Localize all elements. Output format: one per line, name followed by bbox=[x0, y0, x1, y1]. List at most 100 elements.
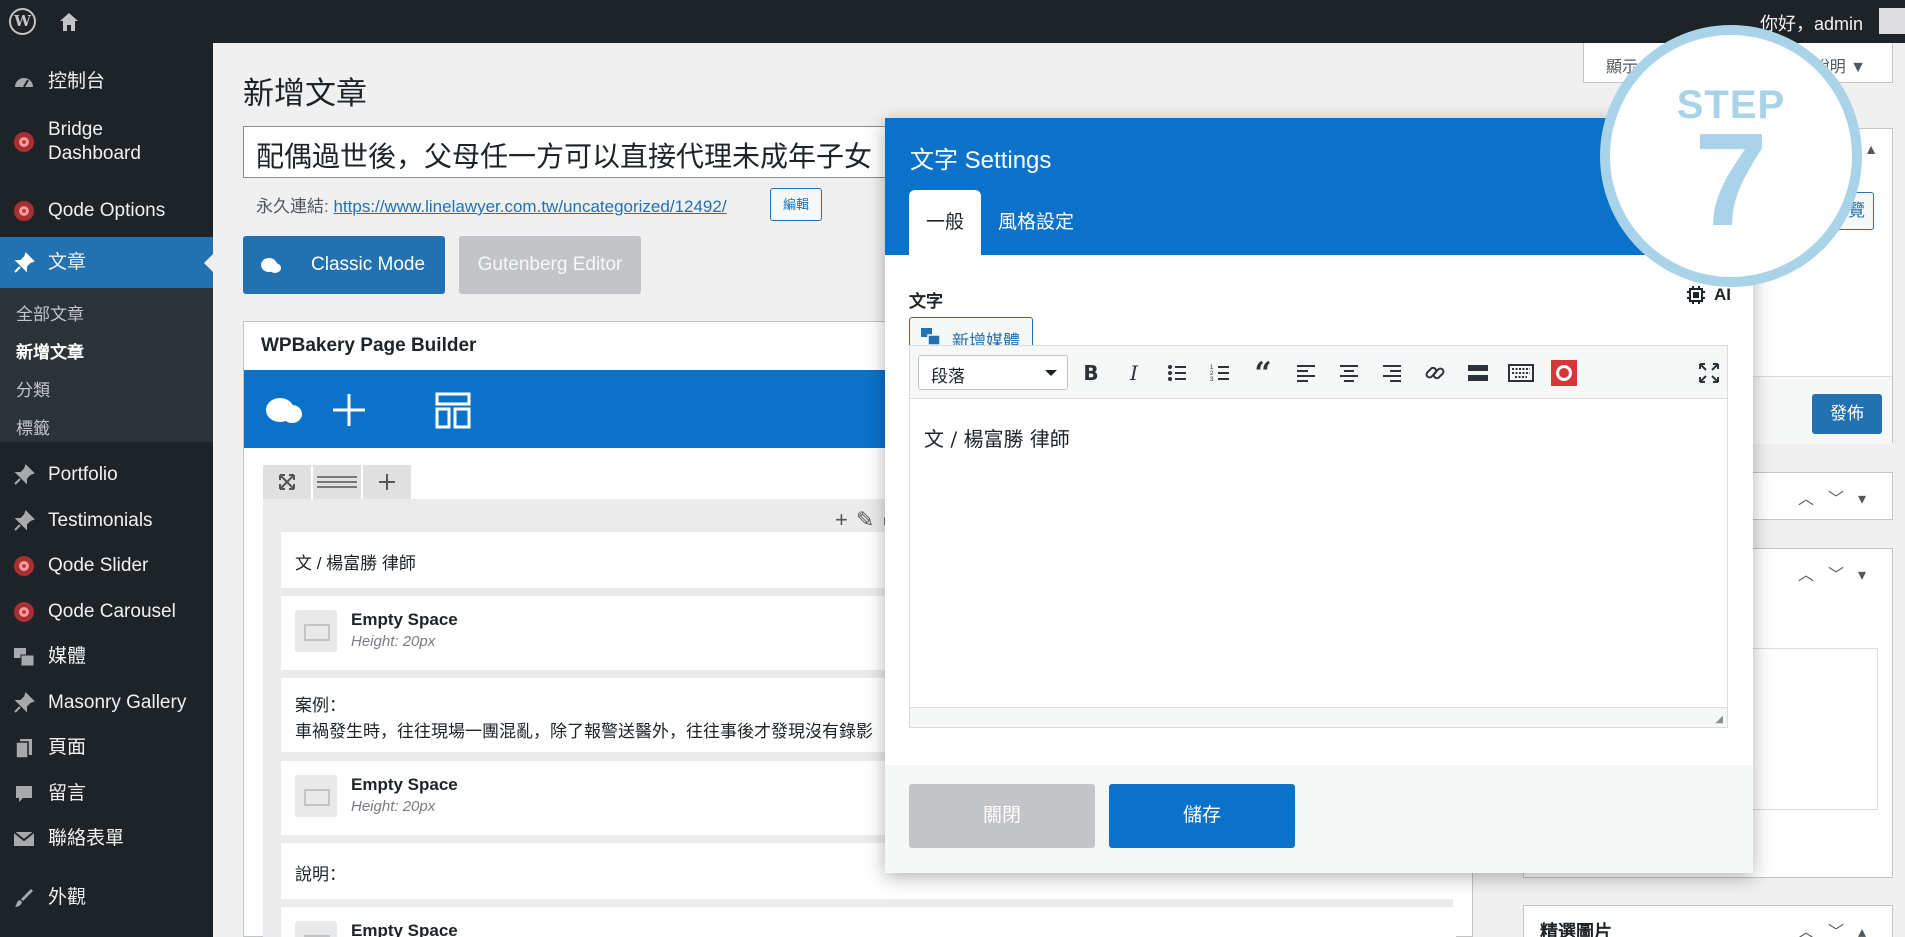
featured-image-box: 精選圖片 ︿﹀▴ bbox=[1523, 905, 1893, 937]
align-center-icon[interactable] bbox=[1335, 359, 1363, 387]
dashboard-icon bbox=[12, 70, 36, 94]
ai-label: AI bbox=[1714, 285, 1731, 304]
submenu-all-posts[interactable]: 全部文章 bbox=[16, 300, 84, 325]
meta-box-arrows-icon[interactable]: ︿﹀▾ bbox=[1798, 561, 1880, 585]
italic-icon[interactable]: I bbox=[1120, 359, 1148, 387]
save-button[interactable]: 儲存 bbox=[1109, 784, 1295, 848]
posts-submenu: 全部文章 新增文章 分類 標籤 bbox=[0, 288, 213, 442]
submenu-add-new[interactable]: 新增文章 bbox=[16, 338, 84, 363]
editor-toolbar: 段落 B I 123 “ bbox=[910, 346, 1727, 399]
empty-space-title: Empty Space bbox=[351, 775, 458, 794]
sidebar-item-qode-slider[interactable]: Qode Slider bbox=[0, 543, 213, 588]
sidebar-item-media[interactable]: 媒體 bbox=[0, 634, 213, 679]
submenu-tags[interactable]: 標籤 bbox=[16, 414, 50, 439]
wordpress-logo-icon[interactable]: W bbox=[9, 8, 36, 35]
row-layout-icon[interactable] bbox=[313, 465, 361, 499]
cloud-icon bbox=[261, 258, 281, 273]
permalink-label: 永久連結: bbox=[256, 197, 329, 216]
row-add-icon[interactable] bbox=[363, 465, 411, 499]
empty-space-title: Empty Space bbox=[351, 610, 458, 629]
featured-image-title: 精選圖片 bbox=[1540, 922, 1612, 937]
templates-icon[interactable] bbox=[431, 388, 475, 432]
format-select[interactable]: 段落 bbox=[918, 355, 1068, 390]
mail-icon bbox=[12, 827, 36, 851]
meta-box-arrows-icon[interactable]: ︿﹀▾ bbox=[1798, 485, 1880, 509]
qode-shortcode-icon[interactable] bbox=[1550, 359, 1578, 387]
row-move-icon[interactable] bbox=[263, 465, 311, 499]
admin-bar: W 你好，admin bbox=[0, 0, 1905, 43]
classic-mode-button[interactable]: Classic Mode bbox=[243, 236, 445, 294]
resize-handle-icon[interactable]: ◢ bbox=[1715, 714, 1723, 725]
sidebar-item-contact-form[interactable]: 聯絡表單 bbox=[0, 816, 213, 861]
column-edit-icon[interactable]: ✎ bbox=[856, 507, 882, 532]
home-icon[interactable] bbox=[58, 11, 80, 33]
sidebar-item-appearance[interactable]: 外觀 bbox=[0, 875, 213, 920]
wpbakery-logo-icon[interactable] bbox=[262, 388, 306, 432]
sidebar-item-posts[interactable]: 文章 bbox=[0, 237, 214, 288]
avatar[interactable] bbox=[1879, 8, 1905, 34]
pin-icon bbox=[12, 463, 36, 487]
numbered-list-icon[interactable]: 123 bbox=[1206, 359, 1234, 387]
gutenberg-editor-button[interactable]: Gutenberg Editor bbox=[459, 236, 641, 294]
ai-button[interactable]: AI bbox=[1686, 285, 1731, 305]
case-text: 車禍發生時，往往現場一團混亂，除了報警送醫外，往往事後才發現沒有錄影 bbox=[295, 722, 873, 741]
page-title: 新增文章 bbox=[243, 76, 367, 111]
keyboard-icon[interactable] bbox=[1507, 359, 1535, 387]
align-left-icon[interactable] bbox=[1292, 359, 1320, 387]
sidebar-item-testimonials[interactable]: Testimonials bbox=[0, 498, 213, 543]
bullet-list-icon[interactable] bbox=[1163, 359, 1191, 387]
empty-space-block[interactable]: Empty Space bbox=[281, 907, 1456, 937]
sidebar-item-portfolio[interactable]: Portfolio bbox=[0, 452, 213, 497]
tab-general[interactable]: 一般 bbox=[909, 190, 982, 255]
sidebar-item-bridge-dashboard[interactable]: Bridge Dashboard bbox=[0, 112, 213, 172]
meta-box-arrows-icon[interactable]: ︿﹀▴ bbox=[1798, 918, 1880, 937]
link-icon[interactable] bbox=[1421, 359, 1449, 387]
empty-space-icon bbox=[295, 775, 337, 817]
sidebar-item-qode-options[interactable]: Qode Options bbox=[0, 188, 213, 233]
chip-icon bbox=[1687, 286, 1705, 304]
sidebar-item-comments[interactable]: 留言 bbox=[0, 771, 213, 816]
pin-icon bbox=[12, 509, 36, 533]
pin-icon bbox=[12, 691, 36, 715]
step-badge: STEP 7 bbox=[1600, 25, 1862, 287]
qode-icon bbox=[12, 130, 36, 154]
empty-space-height: Height: 20px bbox=[351, 798, 436, 815]
sidebar-item-qode-carousel[interactable]: Qode Carousel bbox=[0, 589, 213, 634]
classic-mode-label: Classic Mode bbox=[311, 254, 426, 275]
submenu-categories[interactable]: 分類 bbox=[16, 376, 50, 401]
blockquote-icon[interactable]: “ bbox=[1249, 356, 1277, 391]
admin-sidebar: 控制台 Bridge Dashboard Qode Options 文章 全部文… bbox=[0, 43, 214, 937]
read-more-icon[interactable] bbox=[1464, 359, 1492, 387]
permalink: 永久連結: https://www.linelawyer.com.tw/unca… bbox=[256, 192, 727, 217]
permalink-edit-button[interactable]: 編輯 bbox=[770, 188, 822, 221]
close-button[interactable]: 關閉 bbox=[909, 784, 1095, 848]
qode-icon bbox=[12, 199, 36, 223]
explain-label: 說明： bbox=[295, 865, 346, 884]
fullscreen-icon[interactable] bbox=[1695, 359, 1723, 387]
column-add-icon[interactable]: + bbox=[835, 507, 856, 532]
modal-title: 文字 Settings bbox=[910, 147, 1052, 174]
empty-space-icon bbox=[295, 610, 337, 652]
add-element-icon[interactable] bbox=[327, 388, 371, 432]
publish-button[interactable]: 發佈 bbox=[1812, 394, 1882, 434]
pin-icon bbox=[12, 251, 36, 275]
bold-icon[interactable]: B bbox=[1077, 359, 1105, 387]
page-icon bbox=[12, 736, 36, 760]
empty-space-height: Height: 20px bbox=[351, 633, 436, 650]
editor-content[interactable]: 文 / 楊富勝 律師 bbox=[910, 399, 1727, 709]
sidebar-item-masonry-gallery[interactable]: Masonry Gallery bbox=[0, 680, 213, 725]
collapse-up-icon[interactable]: ▲ bbox=[1864, 141, 1878, 157]
sidebar-item-dashboard[interactable]: 控制台 bbox=[0, 59, 213, 104]
permalink-url[interactable]: https://www.linelawyer.com.tw/uncategori… bbox=[333, 197, 726, 216]
modal-footer: 關閉 儲存 bbox=[885, 765, 1753, 873]
svg-text:3: 3 bbox=[1210, 377, 1214, 382]
row-controls bbox=[263, 465, 413, 499]
sidebar-item-pages[interactable]: 頁面 bbox=[0, 725, 213, 770]
align-right-icon[interactable] bbox=[1378, 359, 1406, 387]
qode-icon bbox=[12, 554, 36, 578]
step-number: 7 bbox=[1694, 106, 1768, 253]
tab-style-settings[interactable]: 風格設定 bbox=[981, 190, 1091, 255]
qode-icon bbox=[12, 600, 36, 624]
brush-icon bbox=[12, 886, 36, 910]
wysiwyg-editor: 段落 B I 123 “ 文 / 楊富勝 律師 ◢ bbox=[909, 345, 1728, 728]
